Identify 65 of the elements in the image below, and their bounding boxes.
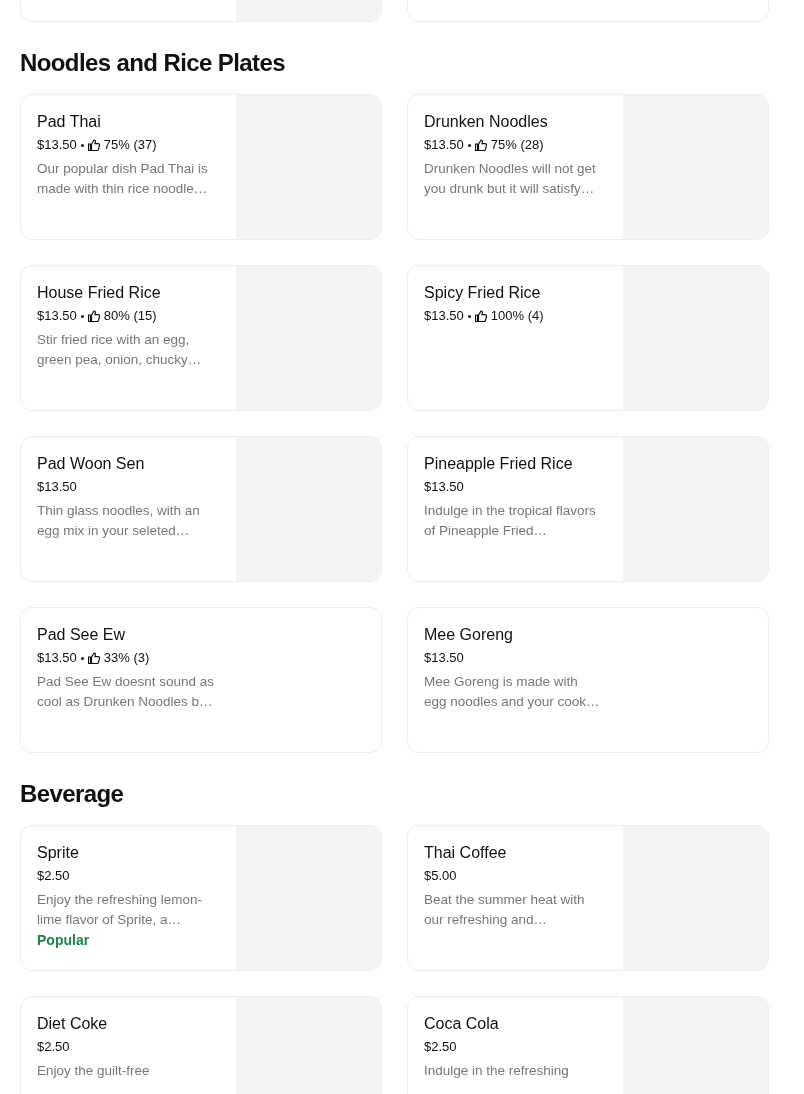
item-rating: 80% (15) [103, 307, 157, 325]
item-price: $2.50 [37, 1038, 70, 1056]
item-price: $13.50 [424, 136, 464, 154]
menu-item-card[interactable]: Pad Woon Sen $13.50 Thin glass noodles, with an egg mix in your seleted… [20, 436, 382, 582]
thumbs-up-icon [474, 310, 487, 322]
menu-item-card[interactable]: Pad See Ew $13.50 33% (3) Pad See Ew doesnt sound as cool as Drunken Noodles b… [20, 607, 382, 753]
menu-item-card[interactable]: Diet Coke $2.50 Enjoy the guilt-free [20, 996, 382, 1094]
item-rating: 75% (28) [490, 136, 544, 154]
section-heading: Noodles and Rice Plates [20, 48, 286, 78]
item-rating: 75% (37) [103, 136, 157, 154]
menu-item-card[interactable]: House Fried Rice $13.50 80% (15) Stir fried rice with an egg, green pea, onion, chucky… [20, 265, 382, 411]
item-description: Indulge in the tropical flavors of Pineapple Fried… [424, 502, 597, 540]
item-price: $13.50 [424, 478, 464, 496]
menu-item-card[interactable]: Pineapple Fried Rice $13.50 Indulge in the tropical flavors of Pineapple Fried… [407, 436, 769, 582]
section-heading: Beverage [20, 779, 125, 809]
item-description: Pad See Ew doesnt sound as cool as Drunken Noodles b… [37, 673, 215, 711]
item-price: $2.50 [37, 867, 70, 885]
item-description: Stir fried rice with an egg, green pea, onion, chucky… [37, 331, 203, 369]
popular-tag: Popular [37, 932, 228, 948]
item-name: Pad See Ew [37, 625, 127, 645]
item-name: Thai Coffee [424, 843, 508, 863]
item-name: Sprite [37, 843, 80, 863]
menu-item-card[interactable]: Coca Cola $2.50 Indulge in the refreshing [407, 996, 769, 1094]
item-price: $13.50 [424, 649, 464, 667]
separator-dot [80, 314, 84, 318]
thumbs-up-icon [474, 139, 487, 151]
item-name: Mee Goreng [424, 625, 514, 645]
item-description: Our popular dish Pad Thai is made with thin rice noodle… [37, 160, 209, 198]
item-description: Drunken Noodles will not get you drunk but it will satisfy… [424, 160, 597, 198]
item-price: $13.50 [37, 478, 77, 496]
item-price: $13.50 [424, 307, 464, 325]
menu-item-card[interactable]: Sprite $2.50 Enjoy the refreshing lemon-lime flavor of Sprite, a… Popular [20, 825, 382, 971]
thumbs-up-icon [87, 310, 100, 322]
item-name: Drunken Noodles [424, 112, 549, 132]
item-rating: 100% (4) [490, 307, 544, 325]
menu-item-card[interactable]: Mee Goreng $13.50 Mee Goreng is made with egg noodles and your cook… [407, 607, 769, 753]
item-price: $13.50 [37, 649, 77, 667]
item-name: Pad Thai [37, 112, 102, 132]
separator-dot [467, 314, 471, 318]
item-name: Coca Cola [424, 1014, 500, 1034]
item-description: Beat the summer heat with our refreshing and… [424, 891, 586, 929]
menu-item-card[interactable]: Thai Coffee $5.00 Beat the summer heat with our refreshing and… [407, 825, 769, 971]
item-price: $13.50 [37, 307, 77, 325]
item-description: Mee Goreng is made with egg noodles and your cook… [424, 673, 601, 711]
item-price: $5.00 [424, 867, 457, 885]
item-price: $2.50 [424, 1038, 457, 1056]
menu-item-card[interactable]: Drunken Noodles $13.50 75% (28) Drunken Noodles will not get you drunk but it will satisfy… [407, 94, 769, 240]
thumbs-up-icon [87, 652, 100, 664]
item-rating: 33% (3) [103, 649, 150, 667]
item-price: $13.50 [37, 136, 77, 154]
menu-item-card[interactable]: Pad Thai $13.50 75% (37) Our popular dish Pad Thai is made with thin rice noodle… [20, 94, 382, 240]
menu-item-card[interactable]: Spicy Fried Rice $13.50 100% (4) [407, 265, 769, 411]
item-name: Diet Coke [37, 1014, 109, 1034]
item-name: Pad Woon Sen [37, 454, 146, 474]
item-description: Indulge in the refreshing [424, 1062, 570, 1080]
item-name: Spicy Fried Rice [424, 283, 542, 303]
separator-dot [467, 143, 471, 147]
item-description: Thin glass noodles, with an egg mix in your seleted… [37, 502, 201, 540]
separator-dot [80, 656, 84, 660]
item-name: House Fried Rice [37, 283, 162, 303]
thumbs-up-icon [87, 139, 100, 151]
item-description: Enjoy the guilt-free [37, 1062, 151, 1080]
separator-dot [80, 143, 84, 147]
item-name: Pineapple Fried Rice [424, 454, 574, 474]
item-description: Enjoy the refreshing lemon-lime flavor of Sprite, a… [37, 891, 204, 929]
